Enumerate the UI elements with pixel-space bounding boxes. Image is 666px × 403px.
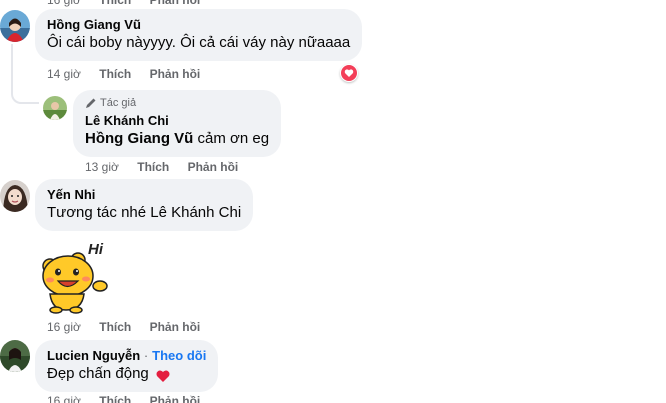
time-label: 16 giờ: [47, 0, 81, 7]
commenter-name[interactable]: Hồng Giang Vũ: [47, 16, 350, 33]
reply-thread-line: [11, 44, 39, 104]
avatar[interactable]: [0, 180, 30, 212]
sticker-text: Hi: [88, 241, 104, 258]
comment-text-body: Đẹp chấn động: [47, 365, 149, 382]
comment-text-body: cảm ơn eg: [193, 130, 270, 147]
comment-text: Hồng Giang Vũ cảm ơn eg: [85, 129, 269, 149]
author-badge: Tác giả: [85, 96, 269, 110]
mention-link[interactable]: Hồng Giang Vũ: [85, 130, 193, 147]
like-link[interactable]: Thích: [99, 319, 131, 335]
follow-button[interactable]: Theo dõi: [152, 348, 206, 363]
time-label[interactable]: 16 giờ: [47, 393, 81, 403]
comment-meta: 16 giờ Thích Phản hồi: [47, 393, 200, 403]
time-label[interactable]: 13 giờ: [85, 159, 119, 175]
comment-meta: 14 giờ Thích Phản hồi: [47, 66, 200, 82]
author-tag-label: Tác giả: [100, 97, 137, 109]
reply-link[interactable]: Phản hồi: [150, 319, 201, 335]
commenter-name[interactable]: Lucien Nguyễn: [47, 348, 140, 363]
comment-bubble: Tác giả Lê Khánh Chi Hồng Giang Vũ cảm ơ…: [73, 90, 282, 157]
reply-link[interactable]: Phản hồi: [150, 66, 201, 82]
reply-link[interactable]: Phản hồi: [150, 393, 201, 403]
like-link[interactable]: Thích: [137, 159, 169, 175]
avatar[interactable]: [43, 96, 67, 120]
comment-bubble: Hồng Giang Vũ Ôi cái boby nàyyyy. Ôi cả …: [35, 9, 363, 61]
comment-meta: 13 giờ Thích Phản hồi: [85, 159, 238, 175]
hi-sticker[interactable]: Hi: [38, 238, 112, 314]
like-link[interactable]: Thích: [99, 66, 131, 82]
red-heart-icon: [156, 370, 170, 382]
reply-link[interactable]: Phản hồi: [150, 0, 201, 8]
commenter-name[interactable]: Lê Khánh Chi: [85, 112, 269, 129]
commenter-name[interactable]: Yến Nhi: [47, 186, 241, 203]
comment-meta-top: 16 giờ Thích Phản hồi: [47, 0, 200, 8]
heart-reaction-icon[interactable]: [340, 64, 358, 82]
time-label[interactable]: 16 giờ: [47, 319, 81, 335]
pen-icon: [86, 98, 96, 108]
commenter-name-row: Lucien Nguyễn · Theo dõi: [47, 347, 206, 364]
separator-dot: ·: [143, 348, 149, 363]
comment-text: Ôi cái boby nàyyyy. Ôi cả cái váy này nữ…: [47, 34, 351, 51]
avatar[interactable]: [0, 340, 30, 372]
like-link[interactable]: Thích: [99, 0, 131, 8]
comment-bubble: Yến Nhi Tương tác nhé Lê Khánh Chi: [35, 179, 254, 231]
like-link[interactable]: Thích: [99, 393, 131, 403]
reply-link[interactable]: Phản hồi: [188, 159, 239, 175]
comment-text: Tương tác nhé Lê Khánh Chi: [47, 204, 242, 221]
comment-meta: 16 giờ Thích Phản hồi: [47, 319, 200, 335]
comment-bubble: Lucien Nguyễn · Theo dõi Đẹp chấn động: [35, 340, 219, 392]
comment-text: Đẹp chấn động: [47, 364, 206, 384]
avatar[interactable]: [0, 10, 30, 42]
time-label[interactable]: 14 giờ: [47, 66, 81, 82]
